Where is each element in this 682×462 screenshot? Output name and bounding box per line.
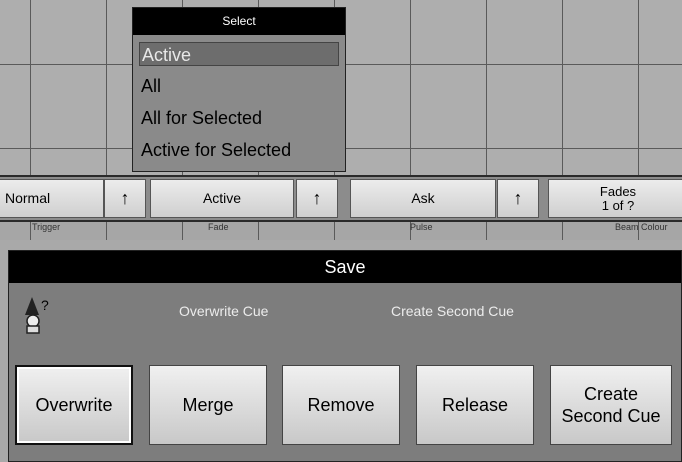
fades-page-button[interactable]: Fades 1 of ? bbox=[548, 179, 682, 218]
remove-button[interactable]: Remove bbox=[282, 365, 400, 445]
merge-button[interactable]: Merge bbox=[149, 365, 267, 445]
attribute-bar: Normal ↑ Active ↑ Ask ↑ Fades 1 of ? bbox=[0, 175, 682, 222]
fades-page-count: 1 of ? bbox=[601, 198, 635, 213]
trigger-arrow-button[interactable]: ↑ bbox=[104, 179, 146, 218]
fade-label: Fade bbox=[208, 222, 229, 232]
fade-arrow-button[interactable]: ↑ bbox=[296, 179, 338, 218]
up-arrow-icon: ↑ bbox=[312, 188, 322, 208]
select-popup: Select Active All All for Selected Activ… bbox=[132, 7, 346, 172]
select-popup-title: Select bbox=[133, 8, 345, 35]
svg-text:?: ? bbox=[41, 297, 49, 313]
wizard-question-icon: ? bbox=[25, 297, 49, 334]
create-second-cue-message: Create Second Cue bbox=[391, 303, 514, 319]
overwrite-button[interactable]: Overwrite bbox=[15, 365, 133, 445]
overwrite-cue-message: Overwrite Cue bbox=[179, 303, 269, 319]
select-option-active-for-selected[interactable]: Active for Selected bbox=[139, 138, 341, 162]
select-option-all-for-selected[interactable]: All for Selected bbox=[139, 106, 341, 130]
save-dialog: Save ? Overwrite Cue Create Second Cue O… bbox=[8, 250, 682, 462]
trigger-button[interactable]: Normal bbox=[0, 179, 104, 218]
save-dialog-title: Save bbox=[9, 251, 681, 283]
pulse-arrow-button[interactable]: ↑ bbox=[497, 179, 539, 218]
fade-button[interactable]: Active bbox=[150, 179, 294, 218]
trigger-label: Trigger bbox=[32, 222, 61, 232]
create-second-cue-button[interactable]: Create Second Cue bbox=[550, 365, 672, 445]
release-button[interactable]: Release bbox=[416, 365, 534, 445]
create-button-label-line2: Second Cue bbox=[561, 406, 661, 426]
select-option-all[interactable]: All bbox=[139, 74, 341, 98]
pulse-label: Pulse bbox=[410, 222, 433, 232]
select-option-active[interactable]: Active bbox=[139, 42, 339, 66]
create-button-label-line1: Create bbox=[583, 384, 638, 404]
fades-label: Fades bbox=[599, 184, 637, 199]
beam-colour-label: Beam Colour bbox=[615, 222, 668, 232]
pulse-button[interactable]: Ask bbox=[350, 179, 496, 218]
grid-lower-strip bbox=[0, 222, 682, 240]
up-arrow-icon: ↑ bbox=[120, 188, 130, 208]
up-arrow-icon: ↑ bbox=[513, 188, 523, 208]
